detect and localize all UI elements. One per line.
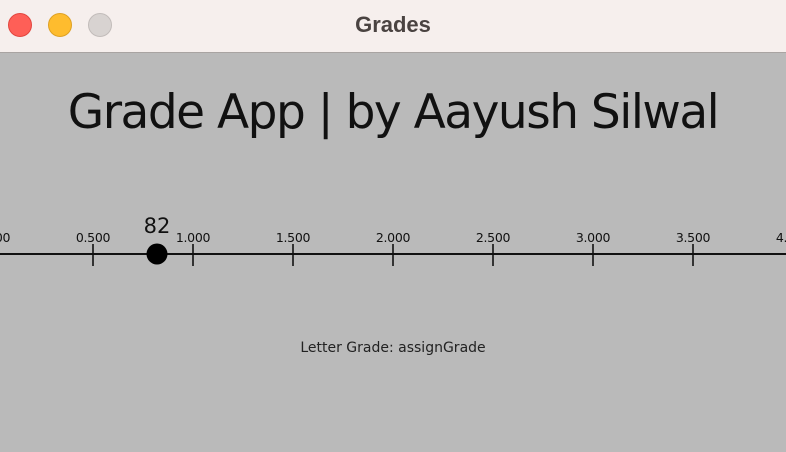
app-heading: Grade App | by Aayush Silwal [67, 85, 720, 140]
slider-tick-label: 3.500 [676, 230, 711, 245]
app-content: Grade App | by Aayush Silwal 0.000 0.500 1… [0, 53, 786, 452]
window-titlebar: Grades [0, 0, 786, 53]
slider-tick-label: 0.000 [0, 230, 10, 245]
slider-handle[interactable] [146, 243, 168, 265]
slider-tick-label: 1.500 [276, 230, 311, 245]
slider-tick-label: 4.000 [776, 230, 786, 245]
slider-tick-label: 1.000 [176, 230, 211, 245]
slider-tick-label: 2.500 [476, 230, 511, 245]
grade-slider[interactable]: 0.000 0.500 1.000 1.500 2.000 2.500 3.000 3.500… [0, 203, 786, 283]
slider-tick-label: 3.000 [576, 230, 611, 245]
slider-tick-label: 2.000 [376, 230, 411, 245]
slider-tick-label: 0.500 [76, 230, 111, 245]
window-title: Grades [355, 12, 431, 37]
letter-grade-label: Letter Grade: assignGrade [300, 340, 486, 356]
slider-value-label: 82 [144, 214, 171, 238]
